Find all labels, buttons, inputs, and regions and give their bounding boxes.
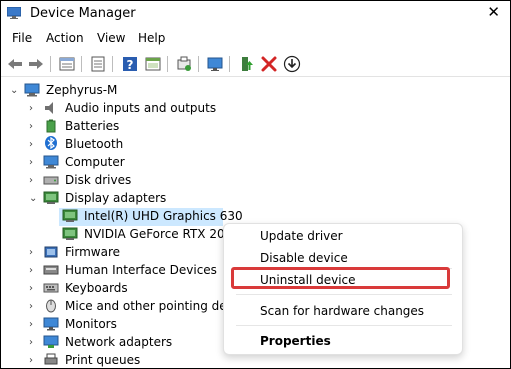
tree-item-nvidia[interactable]: NVIDIA GeForce RTX 2060: [59, 226, 240, 244]
tree-item-computer[interactable]: › Computer: [1, 154, 301, 172]
device-manager-window: Device Manager ✕ File Action View Help ?…: [0, 0, 511, 369]
svg-text:?: ?: [127, 58, 134, 72]
hid-icon: [43, 265, 59, 275]
toolbar-separator: [198, 56, 199, 72]
back-arrow-icon[interactable]: [6, 55, 24, 73]
tree-item-label: Monitors: [65, 317, 117, 331]
list-icon[interactable]: [89, 55, 107, 73]
menu-help[interactable]: Help: [137, 31, 166, 45]
chevron-right-icon[interactable]: ›: [29, 356, 37, 366]
battery-icon: [46, 119, 56, 133]
menu-update-driver[interactable]: Update driver: [260, 229, 343, 243]
display-adapter-icon: [62, 209, 78, 222]
computer-icon: [24, 83, 40, 97]
context-menu: Update driver Disable device Uninstall d…: [223, 223, 463, 355]
scan-icon[interactable]: [175, 55, 193, 73]
tree-item-audio[interactable]: › Audio inputs and outputs: [1, 100, 301, 118]
bluetooth-icon: [45, 136, 57, 150]
toolbar: ?: [1, 52, 510, 77]
tree-item-label: Print queues: [65, 353, 141, 367]
display-adapter-icon: [43, 191, 59, 204]
chevron-right-icon[interactable]: ›: [29, 158, 37, 168]
menu-separator: [236, 325, 452, 326]
display-adapter-icon: [62, 227, 78, 240]
firmware-icon: [44, 246, 58, 258]
device-manager-icon: [7, 7, 21, 19]
tree-root-label: Zephyrus-M: [46, 83, 118, 97]
tree-item-display-adapters[interactable]: ⌄ Display adapters: [1, 190, 301, 208]
chevron-right-icon[interactable]: ›: [29, 176, 37, 186]
tree-item-mice[interactable]: › Mice and other pointing devices: [1, 298, 225, 316]
view-icon[interactable]: [144, 55, 162, 73]
window-title: Device Manager: [30, 6, 136, 21]
menu-file[interactable]: File: [11, 31, 33, 45]
tree-item-label: Computer: [65, 155, 125, 169]
computer-icon: [43, 155, 59, 169]
tree-item-intel-uhd[interactable]: Intel(R) UHD Graphics 630: [59, 208, 243, 226]
toolbar-separator: [167, 56, 168, 72]
tree-item-disk-drives[interactable]: › Disk drives: [1, 172, 301, 190]
monitor-icon[interactable]: [206, 55, 224, 73]
tree-item-label: Firmware: [65, 245, 120, 259]
tree-item-label: Intel(R) UHD Graphics 630: [84, 209, 243, 223]
monitor-icon: [43, 317, 59, 331]
tree-item-label: Bluetooth: [65, 137, 124, 151]
chevron-right-icon[interactable]: ›: [29, 104, 37, 114]
printer-icon: [44, 353, 58, 365]
network-icon: [43, 335, 59, 348]
chevron-right-icon[interactable]: ›: [29, 140, 37, 150]
close-icon[interactable]: ✕: [487, 3, 500, 21]
chevron-right-icon[interactable]: ›: [29, 302, 37, 312]
chevron-down-icon[interactable]: ⌄: [10, 86, 18, 96]
menu-scan-hardware[interactable]: Scan for hardware changes: [260, 304, 424, 318]
properties-icon[interactable]: [58, 55, 76, 73]
forward-arrow-icon[interactable]: [27, 55, 45, 73]
menu-disable-device[interactable]: Disable device: [260, 251, 348, 265]
help-icon[interactable]: ?: [121, 55, 139, 73]
tree-item-label: Audio inputs and outputs: [65, 101, 217, 115]
menu-properties[interactable]: Properties: [260, 334, 331, 348]
menu-action[interactable]: Action: [45, 31, 85, 45]
toolbar-separator: [229, 56, 230, 72]
toolbar-separator: [112, 56, 113, 72]
disk-drive-icon: [43, 176, 59, 185]
update-driver-icon[interactable]: [237, 55, 255, 73]
tree-item-label: Batteries: [65, 119, 120, 133]
mouse-icon: [46, 299, 56, 313]
tree-root[interactable]: ⌄ Zephyrus-M: [1, 82, 301, 100]
chevron-right-icon[interactable]: ›: [29, 266, 37, 276]
tree-item-label: Network adapters: [65, 335, 173, 349]
tree-item-bluetooth[interactable]: › Bluetooth: [1, 136, 301, 154]
menu-view[interactable]: View: [96, 31, 126, 45]
delete-x-icon[interactable]: [260, 55, 278, 73]
chevron-right-icon[interactable]: ›: [29, 122, 37, 132]
tree-item-label: NVIDIA GeForce RTX 2060: [84, 227, 240, 241]
chevron-down-icon[interactable]: ⌄: [29, 194, 37, 204]
speaker-icon: [45, 102, 53, 114]
uninstall-highlight-box: [231, 267, 450, 289]
tree-item-batteries[interactable]: › Batteries: [1, 118, 301, 136]
tree-item-label: Keyboards: [65, 281, 128, 295]
toolbar-separator: [50, 56, 51, 72]
keyboard-icon: [43, 283, 59, 293]
menu-bar: File Action View Help: [1, 31, 510, 49]
chevron-right-icon[interactable]: ›: [29, 338, 37, 348]
download-circle-icon[interactable]: [283, 55, 301, 73]
tree-item-label: Disk drives: [65, 173, 132, 187]
toolbar-separator: [81, 56, 82, 72]
menu-separator: [236, 294, 452, 295]
chevron-right-icon[interactable]: ›: [29, 284, 37, 294]
title-bar: Device Manager ✕: [1, 1, 510, 28]
chevron-right-icon[interactable]: ›: [29, 248, 37, 258]
tree-item-label: Mice and other pointing devices: [65, 299, 225, 313]
tree-item-label: Human Interface Devices: [65, 263, 217, 277]
tree-item-label: Display adapters: [65, 191, 167, 205]
chevron-right-icon[interactable]: ›: [29, 320, 37, 330]
